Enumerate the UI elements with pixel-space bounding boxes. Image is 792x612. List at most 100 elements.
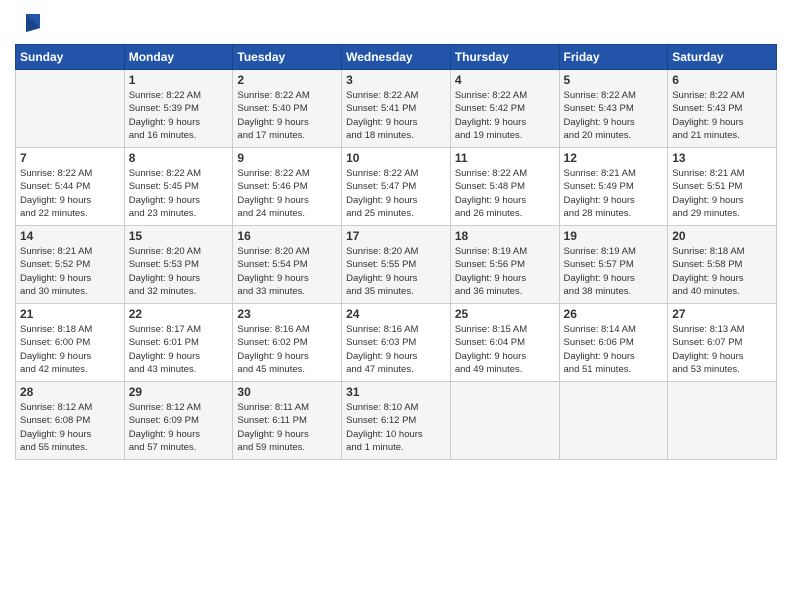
day-number: 5: [564, 73, 664, 87]
day-number: 22: [129, 307, 229, 321]
day-number: 26: [564, 307, 664, 321]
week-row-4: 28Sunrise: 8:12 AM Sunset: 6:08 PM Dayli…: [16, 382, 777, 460]
day-info: Sunrise: 8:19 AM Sunset: 5:57 PM Dayligh…: [564, 245, 664, 298]
week-row-3: 21 Sunrise: 8:18 AM Sunset: 6:00 PM Dayli…: [16, 304, 777, 382]
calendar-cell: 12 Sunrise: 8:21 AM Sunset: 5:49 PM Dayli…: [559, 148, 668, 226]
calendar-cell: 3Sunrise: 8:22 AM Sunset: 5:41 PM Daylig…: [342, 70, 451, 148]
day-info: Sunrise: 8:15 AM Sunset: 6:04 PM Dayligh…: [455, 323, 555, 376]
logo-icon: [18, 10, 44, 36]
day-number: 12: [564, 151, 664, 165]
day-info: Sunrise: 8:21 AM Sunset: 5:52 PM Dayligh…: [20, 245, 120, 298]
day-info: Sunrise: 8:22 AM Sunset: 5:40 PM Dayligh…: [237, 89, 337, 142]
calendar-cell: 28Sunrise: 8:12 AM Sunset: 6:08 PM Dayli…: [16, 382, 125, 460]
day-number: 16: [237, 229, 337, 243]
day-number: 25: [455, 307, 555, 321]
calendar-cell: 26 Sunrise: 8:14 AM Sunset: 6:06 PM Dayli…: [559, 304, 668, 382]
day-number: 20: [672, 229, 772, 243]
calendar-cell: 24 Sunrise: 8:16 AM Sunset: 6:03 PM Dayli…: [342, 304, 451, 382]
day-info: Sunrise: 8:22 AM Sunset: 5:43 PM Dayligh…: [672, 89, 772, 142]
calendar-cell: 19 Sunrise: 8:19 AM Sunset: 5:57 PM Dayli…: [559, 226, 668, 304]
day-info: Sunrise: 8:17 AM Sunset: 6:01 PM Dayligh…: [129, 323, 229, 376]
day-info: Sunrise: 8:21 AM Sunset: 5:49 PM Dayligh…: [564, 167, 664, 220]
day-info: Sunrise: 8:16 AM Sunset: 6:03 PM Dayligh…: [346, 323, 446, 376]
day-info: Sunrise: 8:22 AM Sunset: 5:46 PM Dayligh…: [237, 167, 337, 220]
day-info: Sunrise: 8:12 AM Sunset: 6:09 PM Dayligh…: [129, 401, 229, 454]
header-cell-tuesday: Tuesday: [233, 45, 342, 70]
logo: [15, 10, 44, 36]
calendar-cell: 13 Sunrise: 8:21 AM Sunset: 5:51 PM Dayli…: [668, 148, 777, 226]
calendar-cell: 16 Sunrise: 8:20 AM Sunset: 5:54 PM Dayli…: [233, 226, 342, 304]
calendar-cell: 31 Sunrise: 8:10 AM Sunset: 6:12 PM Dayli…: [342, 382, 451, 460]
calendar-cell: 18Sunrise: 8:19 AM Sunset: 5:56 PM Dayli…: [450, 226, 559, 304]
header-cell-friday: Friday: [559, 45, 668, 70]
page-container: SundayMondayTuesdayWednesdayThursdayFrid…: [0, 0, 792, 470]
calendar-cell: 6 Sunrise: 8:22 AM Sunset: 5:43 PM Daylig…: [668, 70, 777, 148]
day-info: Sunrise: 8:14 AM Sunset: 6:06 PM Dayligh…: [564, 323, 664, 376]
calendar-cell: 9Sunrise: 8:22 AM Sunset: 5:46 PM Daylig…: [233, 148, 342, 226]
day-number: 2: [237, 73, 337, 87]
day-info: Sunrise: 8:10 AM Sunset: 6:12 PM Dayligh…: [346, 401, 446, 454]
calendar-body: 1Sunrise: 8:22 AM Sunset: 5:39 PM Daylig…: [16, 70, 777, 460]
calendar-cell: [450, 382, 559, 460]
header-cell-wednesday: Wednesday: [342, 45, 451, 70]
calendar-cell: 23Sunrise: 8:16 AM Sunset: 6:02 PM Dayli…: [233, 304, 342, 382]
day-info: Sunrise: 8:22 AM Sunset: 5:47 PM Dayligh…: [346, 167, 446, 220]
calendar-cell: 2 Sunrise: 8:22 AM Sunset: 5:40 PM Daylig…: [233, 70, 342, 148]
day-number: 19: [564, 229, 664, 243]
calendar-cell: 17 Sunrise: 8:20 AM Sunset: 5:55 PM Dayli…: [342, 226, 451, 304]
day-number: 13: [672, 151, 772, 165]
calendar-cell: 15Sunrise: 8:20 AM Sunset: 5:53 PM Dayli…: [124, 226, 233, 304]
day-info: Sunrise: 8:11 AM Sunset: 6:11 PM Dayligh…: [237, 401, 337, 454]
calendar-cell: 21 Sunrise: 8:18 AM Sunset: 6:00 PM Dayli…: [16, 304, 125, 382]
calendar-cell: 11 Sunrise: 8:22 AM Sunset: 5:48 PM Dayli…: [450, 148, 559, 226]
header-row: SundayMondayTuesdayWednesdayThursdayFrid…: [16, 45, 777, 70]
calendar-cell: 22 Sunrise: 8:17 AM Sunset: 6:01 PM Dayli…: [124, 304, 233, 382]
calendar-table: SundayMondayTuesdayWednesdayThursdayFrid…: [15, 44, 777, 460]
day-number: 6: [672, 73, 772, 87]
day-info: Sunrise: 8:20 AM Sunset: 5:55 PM Dayligh…: [346, 245, 446, 298]
calendar-cell: 10 Sunrise: 8:22 AM Sunset: 5:47 PM Dayli…: [342, 148, 451, 226]
header-cell-sunday: Sunday: [16, 45, 125, 70]
day-info: Sunrise: 8:20 AM Sunset: 5:54 PM Dayligh…: [237, 245, 337, 298]
day-info: Sunrise: 8:13 AM Sunset: 6:07 PM Dayligh…: [672, 323, 772, 376]
day-info: Sunrise: 8:22 AM Sunset: 5:45 PM Dayligh…: [129, 167, 229, 220]
day-number: 8: [129, 151, 229, 165]
day-info: Sunrise: 8:22 AM Sunset: 5:42 PM Dayligh…: [455, 89, 555, 142]
day-number: 17: [346, 229, 446, 243]
day-number: 14: [20, 229, 120, 243]
day-number: 15: [129, 229, 229, 243]
day-number: 31: [346, 385, 446, 399]
calendar-header: SundayMondayTuesdayWednesdayThursdayFrid…: [16, 45, 777, 70]
day-number: 27: [672, 307, 772, 321]
calendar-cell: [559, 382, 668, 460]
calendar-cell: 20Sunrise: 8:18 AM Sunset: 5:58 PM Dayli…: [668, 226, 777, 304]
day-info: Sunrise: 8:22 AM Sunset: 5:48 PM Dayligh…: [455, 167, 555, 220]
week-row-1: 7Sunrise: 8:22 AM Sunset: 5:44 PM Daylig…: [16, 148, 777, 226]
header-cell-thursday: Thursday: [450, 45, 559, 70]
day-info: Sunrise: 8:22 AM Sunset: 5:39 PM Dayligh…: [129, 89, 229, 142]
week-row-2: 14 Sunrise: 8:21 AM Sunset: 5:52 PM Dayli…: [16, 226, 777, 304]
day-info: Sunrise: 8:22 AM Sunset: 5:41 PM Dayligh…: [346, 89, 446, 142]
calendar-cell: 4Sunrise: 8:22 AM Sunset: 5:42 PM Daylig…: [450, 70, 559, 148]
calendar-cell: 25 Sunrise: 8:15 AM Sunset: 6:04 PM Dayli…: [450, 304, 559, 382]
calendar-cell: 30Sunrise: 8:11 AM Sunset: 6:11 PM Dayli…: [233, 382, 342, 460]
calendar-cell: 14 Sunrise: 8:21 AM Sunset: 5:52 PM Dayli…: [16, 226, 125, 304]
day-number: 24: [346, 307, 446, 321]
week-row-0: 1Sunrise: 8:22 AM Sunset: 5:39 PM Daylig…: [16, 70, 777, 148]
calendar-cell: 8 Sunrise: 8:22 AM Sunset: 5:45 PM Daylig…: [124, 148, 233, 226]
day-number: 7: [20, 151, 120, 165]
calendar-cell: 27 Sunrise: 8:13 AM Sunset: 6:07 PM Dayli…: [668, 304, 777, 382]
day-info: Sunrise: 8:18 AM Sunset: 6:00 PM Dayligh…: [20, 323, 120, 376]
day-number: 21: [20, 307, 120, 321]
calendar-cell: 1Sunrise: 8:22 AM Sunset: 5:39 PM Daylig…: [124, 70, 233, 148]
day-number: 28: [20, 385, 120, 399]
day-number: 23: [237, 307, 337, 321]
day-number: 11: [455, 151, 555, 165]
day-number: 10: [346, 151, 446, 165]
calendar-cell: [668, 382, 777, 460]
day-info: Sunrise: 8:21 AM Sunset: 5:51 PM Dayligh…: [672, 167, 772, 220]
calendar-cell: 5Sunrise: 8:22 AM Sunset: 5:43 PM Daylig…: [559, 70, 668, 148]
calendar-cell: 7Sunrise: 8:22 AM Sunset: 5:44 PM Daylig…: [16, 148, 125, 226]
day-number: 29: [129, 385, 229, 399]
day-number: 18: [455, 229, 555, 243]
